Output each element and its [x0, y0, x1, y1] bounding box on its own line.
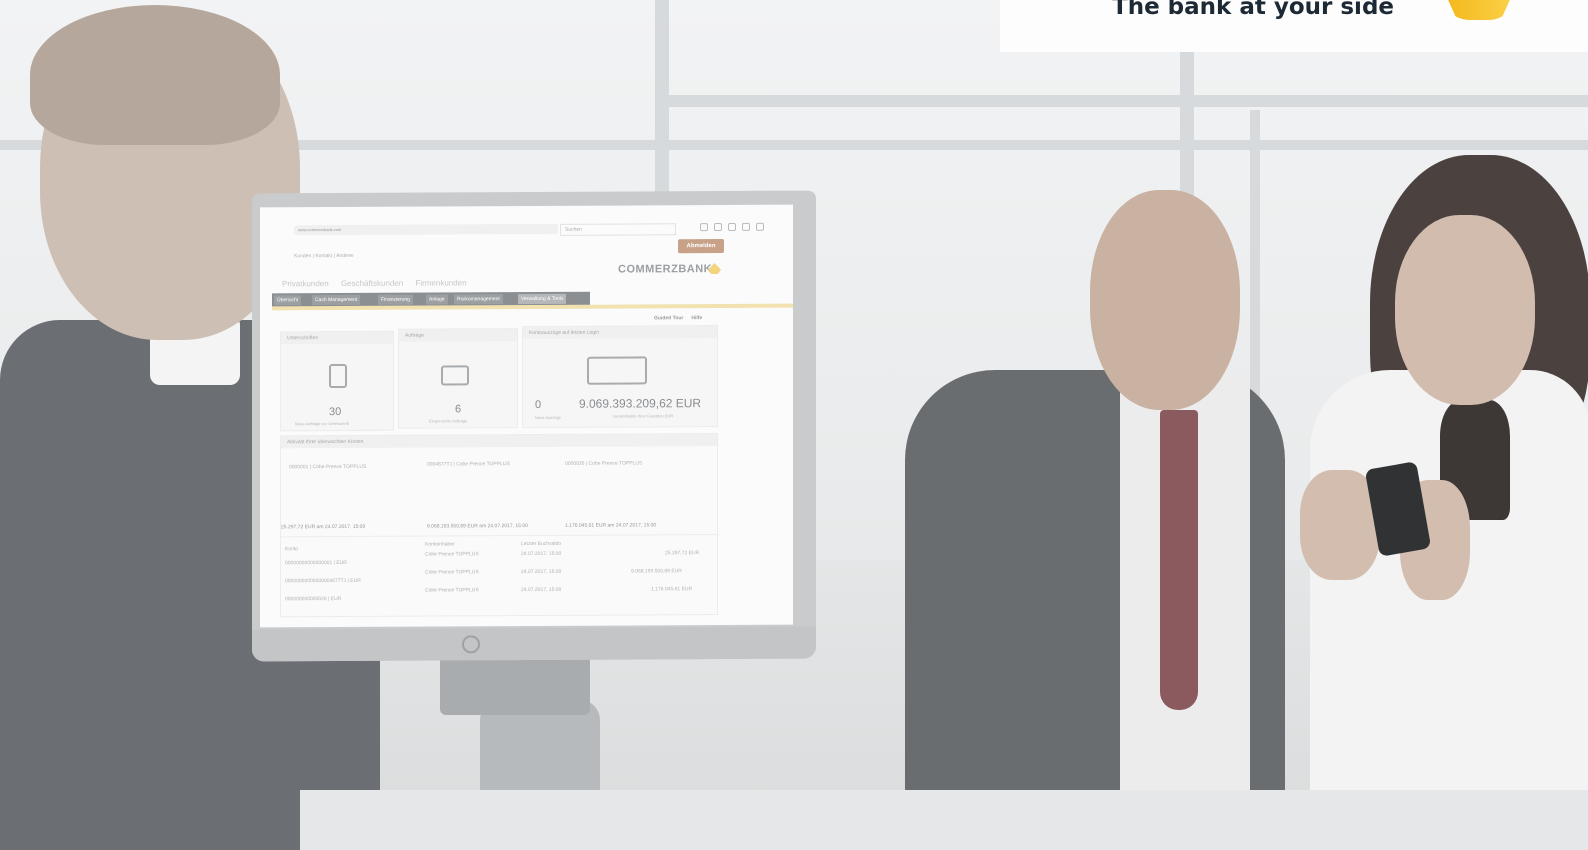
logout-button: Abmelden — [678, 239, 724, 254]
monitor-screen: www.commerzbank.com Suchen Abmelden Kund… — [260, 204, 793, 628]
monitor-stand — [440, 655, 590, 715]
tab-financing: Finanzierung — [378, 294, 413, 305]
bookmark-icon — [714, 223, 722, 232]
account-balance: 1.176.045,61 EUR am 24.07.2017, 15:00 — [565, 522, 657, 529]
signatures-card: Unterschriften 30 Neue Aufträge zur Unte… — [280, 330, 394, 432]
background-photo: www.commerzbank.com Suchen Abmelden Kund… — [0, 0, 1588, 850]
brand-tagline: The bank at your side — [1112, 0, 1395, 20]
download-icon — [742, 222, 750, 231]
statement-chart-icon — [587, 356, 647, 385]
tab-cash-management: Cash Management — [312, 294, 361, 306]
table-cell-date: 24.07.2017, 15:00 — [521, 568, 562, 576]
segment-item: Privatkunden — [282, 279, 329, 289]
person-at-desk-hair — [30, 5, 280, 145]
table-cell-date: 24.07.2017, 15:00 — [521, 586, 562, 594]
table-cell-holder: Cobe Prence TOPPLUS — [425, 551, 479, 558]
card-title: Aufträge — [399, 329, 517, 342]
table-cell-holder: Cobe Prence TOPPLUS — [425, 569, 479, 576]
commerzbank-ribbon-icon — [1440, 0, 1518, 20]
home-icon — [756, 222, 764, 231]
breadcrumb: Kunden | Kontakt | Anderer — [294, 252, 354, 260]
monitor: www.commerzbank.com Suchen Abmelden Kund… — [252, 190, 816, 662]
account-name: 0000026 | Cobe Prence TOPPLUS — [565, 460, 643, 467]
segment-nav: Privatkunden Geschäftskunden Firmenkunde… — [282, 278, 477, 288]
standing-man-head — [1090, 190, 1240, 410]
segment-item: Geschäftskunden — [340, 278, 404, 289]
account-balance: 25.297,72 EUR am 24.07.2017, 15:00 — [281, 523, 366, 531]
help-links: Guided Tour Hilfe — [646, 315, 702, 321]
divider — [281, 534, 717, 538]
window-frame — [660, 95, 1588, 107]
table-cell-amount: 9.068.193.550,89 EUR — [631, 568, 682, 575]
total-balance-caption: Gesamtsaldo Ihrer Favoriten EUR — [613, 413, 674, 419]
shield-icon — [728, 222, 736, 231]
orders-card: Aufträge 6 Eingereichte Aufträge — [398, 328, 518, 429]
monitor-bezel — [252, 626, 816, 662]
desk — [300, 790, 1588, 850]
hp-logo-icon — [462, 635, 480, 654]
statements-card: Kontoauszüge auf letzten Login 0 Neue Au… — [522, 325, 718, 429]
star-icon — [700, 223, 708, 232]
table-header: Kontoinhaber — [425, 541, 455, 548]
card-value: 30 — [329, 406, 342, 419]
guided-tour-link: Guided Tour — [654, 315, 684, 322]
laptop-icon — [441, 365, 469, 386]
table-cell-date: 24.07.2017, 15:00 — [521, 550, 562, 558]
card-title: Kontoauszüge auf letzten Login — [523, 326, 717, 340]
statements-count: 0 — [535, 398, 542, 411]
bank-logo-text: COMMERZBANK — [618, 263, 713, 276]
total-balance: 9.069.393.209,62 EUR — [579, 396, 702, 411]
table-cell-amount: 25.297,72 EUR — [665, 550, 700, 557]
table-cell-account: 00000000000000004677TJ | EUR — [285, 577, 361, 585]
table-header: Konto — [285, 546, 299, 553]
browser-search-field: Suchen — [560, 223, 676, 236]
table-cell-account: 000000000000026 | EUR — [285, 596, 342, 603]
browser-url-bar: www.commerzbank.com — [294, 223, 558, 236]
help-link: Hilfe — [691, 315, 703, 322]
tab-investment: Anlage — [426, 294, 448, 305]
table-header: Letzter Buchsaldo — [521, 540, 562, 548]
card-title: Unterschriften — [281, 331, 393, 345]
tab-risk-management: Risikomanagement — [454, 294, 503, 305]
statements-count-caption: Neue Auszüge — [535, 414, 562, 420]
account-name: 0004677TJ | Cobe Prence TOPPLUS — [427, 461, 510, 468]
tab-admin-tools: Verwaltung & Tools — [518, 293, 567, 305]
document-sign-icon — [329, 363, 347, 389]
tab-overview: Übersicht — [274, 295, 302, 306]
table-cell-account: 00000000000000001 | EUR — [285, 559, 347, 567]
accounts-panel: Aktivität Ihrer überwachten Konten 00000… — [280, 433, 718, 618]
table-cell-amount: 1.176.045,61 EUR — [651, 586, 693, 593]
brand-card: The bank at your side — [1000, 0, 1588, 52]
account-balance: 9.068.193.550,89 EUR am 24.07.2017, 15:0… — [427, 523, 528, 530]
table-cell-holder: Cobe Prence TOPPLUS — [425, 587, 479, 594]
card-caption: Eingereichte Aufträge — [429, 418, 468, 424]
segment-item: Firmenkunden — [415, 278, 467, 288]
panel-title: Aktivität Ihrer überwachten Konten — [281, 434, 717, 449]
woman-head — [1395, 215, 1535, 405]
card-value: 6 — [455, 403, 462, 416]
card-caption: Neue Aufträge zur Unterschrift — [295, 420, 349, 427]
standing-man-tie — [1160, 410, 1198, 710]
account-name: 0000001 | Cobe Prence TOPPLUS — [289, 463, 367, 471]
